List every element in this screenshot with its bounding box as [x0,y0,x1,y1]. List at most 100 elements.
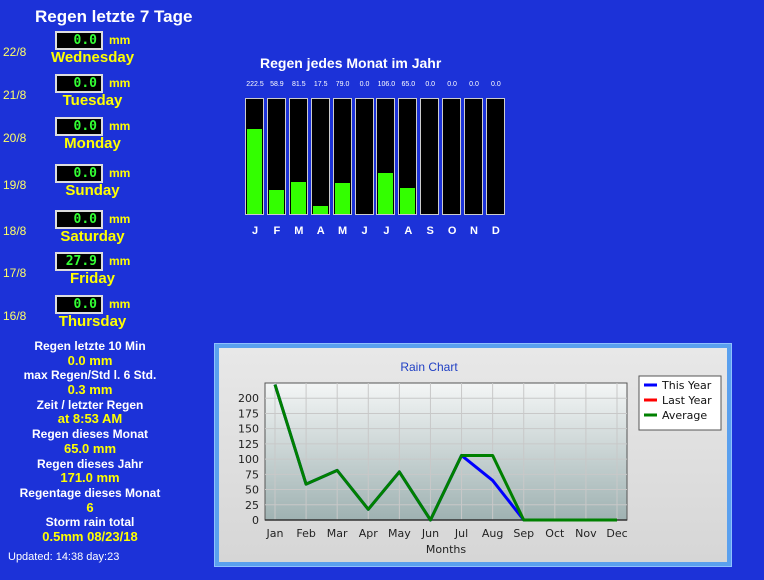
chart-title: Rain Chart [400,360,458,374]
x-tick-label: Dec [606,527,627,540]
stat-label: Regen dieses Monat [31,427,149,442]
day-date: 22/8 [3,45,27,59]
day-rain-value: 0.0 [55,31,103,50]
month-column [398,98,418,215]
day-unit: mm [109,33,131,47]
day-unit: mm [109,212,131,226]
day-rain-value: 0.0 [55,295,103,314]
day-row: 21/8 0.0 mm Tuesday [0,74,170,114]
month-bar [400,187,416,214]
x-tick-label: Oct [545,527,565,540]
y-tick-label: 50 [245,484,259,497]
stat-value: 6 [86,499,94,515]
y-tick-label: 150 [238,423,259,436]
day-date: 20/8 [3,131,27,145]
month-letter: A [404,225,413,237]
legend-entry: Last Year [662,394,712,407]
x-tick-label: Jun [421,527,439,540]
month-column [266,98,286,215]
month-letter: J [361,225,368,237]
day-date: 16/8 [3,309,27,323]
day-rain-value: 0.0 [55,117,103,136]
monthly-chart-title: Regen jedes Monat im Jahr [260,55,442,71]
month-value-label: 222.5 [246,81,264,88]
day-name: Saturday [60,228,125,245]
month-value-label: 0.0 [425,81,436,88]
day-row: 22/8 0.0 mm Wednesday [0,31,170,71]
month-value-label: 0.0 [491,81,501,88]
x-tick-label: Jul [454,527,468,540]
day-rain-value: 0.0 [55,164,103,183]
month-letter: M [338,225,348,237]
y-tick-label: 0 [252,514,259,527]
day-row: 16/8 0.0 mm Thursday [0,295,170,335]
month-bar [290,181,306,214]
month-value-label: 0.0 [469,81,479,88]
y-tick-label: 75 [245,468,259,481]
month-column [464,98,483,215]
month-letter: S [426,225,434,237]
x-tick-label: Mar [327,527,348,540]
day-row: 20/8 0.0 mm Monday [0,117,170,157]
month-value-label: 65.0 [401,81,416,88]
day-name: Tuesday [62,92,123,109]
legend-entry: Average [662,409,707,422]
plot-area [264,382,628,521]
day-unit: mm [109,297,131,311]
stat-value: 0.3 mm [67,382,113,398]
month-column [354,98,374,215]
month-column [288,98,308,215]
month-bar [268,189,284,214]
y-tick-label: 125 [238,438,259,451]
stat-value: at 8:53 AM [57,411,123,427]
month-letter: F [273,225,281,237]
x-tick-label: Aug [482,527,503,540]
month-column [332,98,352,215]
rain-chart: Rain Chart 0 25 50 75 100 125 150 175 200 Jan Feb Ma… [238,360,722,556]
month-value-label: 81.5 [291,81,306,88]
day-rain-value: 0.0 [55,210,103,229]
month-letter: D [491,225,500,237]
day-unit: mm [109,76,131,90]
stat-label: max Regen/Std l. 6 Std. [23,368,157,383]
month-bar [312,205,328,214]
month-column [310,98,330,215]
x-tick-label: Apr [359,527,379,540]
updated-text: Updated: 14:38 day:23 [8,551,120,563]
y-tick-label: 200 [238,392,259,405]
day-unit: mm [109,254,131,268]
month-value-label: 0.0 [447,81,457,88]
month-letter: J [251,225,259,237]
day-name: Thursday [58,313,127,330]
day-date: 18/8 [3,224,27,238]
x-tick-label: May [388,527,411,540]
month-value-label: 79.0 [335,81,350,88]
month-column [376,98,396,215]
month-letter: O [447,225,457,237]
month-bar [378,172,394,214]
y-tick-label: 100 [238,453,259,466]
month-column [442,98,462,215]
x-tick-label: Sep [513,527,534,540]
stat-label: Zeit / letzter Regen [36,397,144,412]
stat-value: 0.0 mm [67,352,113,368]
rain-chart-panel: Rain Chart 0 25 50 75 100 125 150 175 200 Jan Feb Ma… [214,343,732,567]
month-value-label: 17.5 [313,81,328,88]
rain-stats: Regen letzte 10 Min 0.0 mm max Regen/Std l… [0,339,180,545]
month-value-label: 0.0 [359,81,370,88]
day-name: Monday [64,135,121,152]
x-tick-label: Feb [296,527,315,540]
x-axis-label: Months [426,543,466,556]
month-value-label: 58.9 [270,81,284,88]
stat-value: 0.5mm 08/23/18 [42,528,138,544]
day-name: Sunday [65,182,120,199]
month-column [245,98,264,215]
month-column [420,98,440,215]
stat-value: 171.0 mm [60,470,120,486]
day-date: 19/8 [3,178,27,192]
month-letter: J [383,225,390,237]
month-letter: M [294,225,304,237]
month-column [485,98,505,215]
day-name: Friday [69,270,115,287]
stat-label: Regen dieses Jahr [36,456,144,471]
